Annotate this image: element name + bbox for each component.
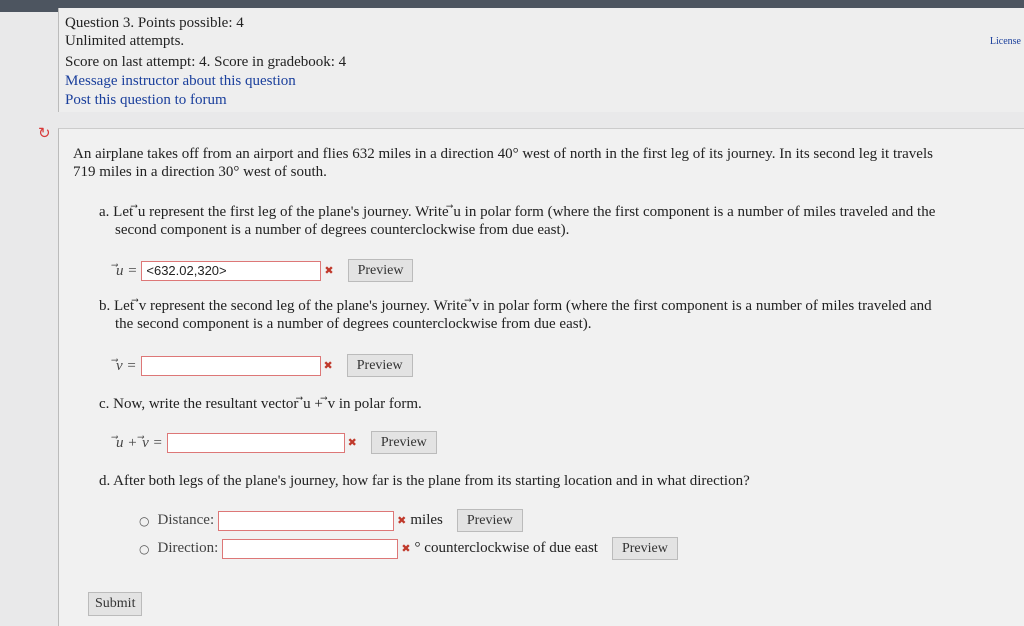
part-a-preview-button[interactable]: Preview (347, 259, 414, 282)
direction-label: Direction: (157, 540, 219, 556)
part-a-answer-row: ⃗u = ✖ Preview (116, 259, 414, 282)
question-body: An airplane takes off from an airport an… (58, 128, 1024, 626)
distance-unit: miles (410, 512, 443, 528)
intro-line-1: An airplane takes off from an airport an… (73, 146, 933, 162)
part-b-label: ⃗v = (116, 358, 137, 374)
distance-preview-button[interactable]: Preview (456, 509, 523, 532)
question-intro: An airplane takes off from an airport an… (73, 145, 1013, 181)
submit-button[interactable]: Submit (88, 592, 143, 616)
distance-row: ○ Distance: ✖ miles Preview (139, 509, 523, 532)
part-b-answer-input[interactable] (140, 355, 321, 376)
part-c-prompt: c. Now, write the resultant vector ⃗u + … (99, 396, 422, 412)
question-header: Question 3. Points possible: 4 Unlimited… (58, 8, 1024, 112)
license-link[interactable]: License (990, 36, 1021, 47)
distance-label: Distance: (157, 512, 215, 528)
direction-preview-button[interactable]: Preview (611, 537, 678, 560)
refresh-icon[interactable]: ↻ (38, 124, 51, 142)
circle-bullet-icon: ○ (139, 513, 150, 528)
circle-bullet-icon: ○ (139, 541, 150, 556)
intro-line-2: 719 miles in a direction 30° west of sou… (73, 164, 327, 180)
x-mark-icon: ✖ (397, 514, 407, 527)
direction-unit: ° counterclockwise of due east (414, 540, 598, 556)
part-b-text-2: the second component is a number of degr… (115, 316, 592, 332)
part-a-answer-input[interactable] (141, 260, 322, 281)
part-c-label: ⃗u + ⃗v = (116, 435, 163, 451)
part-b-preview-button[interactable]: Preview (346, 354, 413, 377)
part-a-text-1: a. Let ⃗u represent the first leg of the… (99, 204, 936, 220)
part-a-text-2: second component is a number of degrees … (115, 222, 570, 238)
part-b-answer-row: ⃗v = ✖ Preview (116, 354, 413, 377)
part-b-prompt: b. Let ⃗v represent the second leg of th… (99, 297, 1019, 333)
direction-input[interactable] (222, 538, 399, 559)
x-mark-icon: ✖ (401, 542, 411, 555)
part-a-prompt: a. Let ⃗u represent the first leg of the… (99, 203, 1019, 239)
post-to-forum-link[interactable]: Post this question to forum (65, 91, 227, 109)
direction-row: ○ Direction: ✖ ° counterclockwise of due… (139, 537, 678, 560)
x-mark-icon: ✖ (324, 264, 334, 277)
score-line: Score on last attempt: 4. Score in grade… (65, 54, 347, 70)
distance-input[interactable] (218, 510, 395, 531)
attempts-line: Unlimited attempts. (65, 33, 185, 49)
message-instructor-link[interactable]: Message instructor about this question (65, 72, 296, 90)
part-c-answer-input[interactable] (166, 432, 345, 453)
part-c-preview-button[interactable]: Preview (370, 431, 437, 454)
part-b-text-1: b. Let ⃗v represent the second leg of th… (99, 298, 932, 314)
part-a-label: ⃗u = (116, 263, 138, 279)
question-points-line: Question 3. Points possible: 4 (65, 15, 244, 31)
part-c-answer-row: ⃗u + ⃗v = ✖ Preview (116, 431, 437, 454)
x-mark-icon: ✖ (323, 359, 333, 372)
x-mark-icon: ✖ (347, 436, 357, 449)
part-d-prompt: d. After both legs of the plane's journe… (99, 473, 750, 489)
